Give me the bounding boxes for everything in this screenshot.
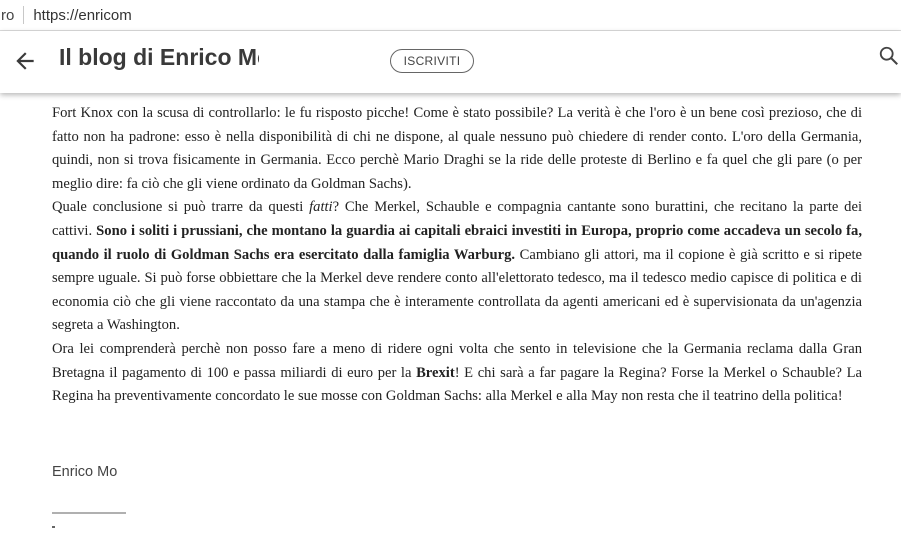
tab-fragment[interactable]: ro <box>0 7 14 24</box>
back-arrow-icon[interactable] <box>12 48 38 74</box>
article-paragraph-1: Fort Knox con la scusa di controllarlo: … <box>52 105 862 192</box>
blog-title[interactable]: Il blog di Enrico Mo <box>59 44 259 71</box>
blog-header: Il blog di Enrico Mo ISCRIVITI <box>0 31 901 93</box>
article-paragraph-2: Quale conclusione si può trarre da quest… <box>52 196 862 338</box>
subscribe-button[interactable]: ISCRIVITI <box>390 49 474 73</box>
article-signature: Enrico Mo <box>52 464 118 480</box>
p3-bold: Brexit <box>416 364 455 381</box>
p2-italic: fatti <box>309 199 333 216</box>
url-text[interactable]: https://enricom <box>33 7 131 24</box>
browser-address-bar[interactable]: ro https://enricom <box>0 0 901 31</box>
search-icon[interactable] <box>878 45 900 67</box>
redacted-mark <box>52 526 55 528</box>
redacted-line <box>52 512 126 514</box>
article-body: Fort Knox con la scusa di controllarlo: … <box>52 102 862 409</box>
p2-text-a: Quale conclusione si può trarre da quest… <box>52 199 310 216</box>
address-separator <box>23 6 25 24</box>
article-paragraph-3: Ora lei comprenderà perchè non posso far… <box>52 338 862 409</box>
